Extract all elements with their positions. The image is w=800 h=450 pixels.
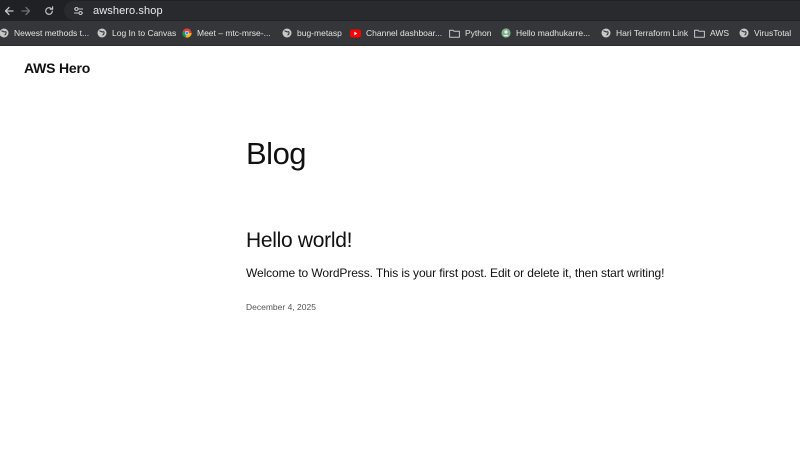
globe-icon xyxy=(0,28,9,39)
url-text[interactable]: awshero.shop xyxy=(93,5,163,17)
bookmark-label: AWS xyxy=(710,28,730,38)
bookmark-label: bug-metasp xyxy=(297,28,342,38)
web-page: AWS Hero Blog Hello world! Welcome to Wo… xyxy=(0,46,800,450)
bookmark-virustotal[interactable]: VirusTotal xyxy=(738,21,791,45)
reload-icon xyxy=(45,5,54,15)
post-excerpt: Welcome to WordPress. This is your first… xyxy=(246,266,665,280)
back-button[interactable] xyxy=(0,2,18,19)
globe-icon xyxy=(738,28,749,39)
avatar-icon xyxy=(500,28,511,39)
bookmark-label: Newest methods t... xyxy=(14,28,90,38)
site-info-icon[interactable] xyxy=(72,5,84,17)
bookmark-label: Log In to Canvas xyxy=(112,28,177,38)
bookmark-label: VirusTotal xyxy=(754,28,792,38)
bookmark-channel-dashboard[interactable]: Channel dashboar... xyxy=(350,21,442,45)
back-arrow-icon xyxy=(4,6,14,15)
chrome-icon xyxy=(181,28,192,39)
post-title-link[interactable]: Hello world! xyxy=(246,226,766,256)
bookmarks-bar: Newest methods t... Log In to Canvas Mee… xyxy=(0,21,800,46)
bookmark-meet[interactable]: Meet – mtc-mrse-... xyxy=(181,21,271,45)
browser-toolbar: awshero.shop xyxy=(0,0,800,21)
youtube-icon xyxy=(350,28,361,39)
forward-button[interactable] xyxy=(17,2,35,19)
forward-arrow-icon xyxy=(21,6,31,15)
blog-post: Hello world! Welcome to WordPress. This … xyxy=(246,226,766,313)
reload-button[interactable] xyxy=(40,2,58,19)
bookmark-label: Python xyxy=(465,28,492,38)
bookmark-hello-madhukarre[interactable]: Hello madhukarre... xyxy=(500,21,590,45)
bookmark-log-in-to-canvas[interactable]: Log In to Canvas xyxy=(96,21,176,45)
page-title: Blog xyxy=(246,136,307,171)
bookmark-label: Hello madhukarre... xyxy=(516,28,591,38)
globe-icon xyxy=(96,28,107,39)
bookmark-label: Meet – mtc-mrse-... xyxy=(197,28,271,38)
bookmark-bug-metasp[interactable]: bug-metasp xyxy=(281,21,342,45)
bookmark-folder-python[interactable]: Python xyxy=(449,21,491,45)
bookmark-label: Hari Terraform Link xyxy=(616,28,689,38)
folder-icon xyxy=(449,28,460,39)
post-date[interactable]: December 4, 2025 xyxy=(246,301,766,313)
bookmark-folder-aws[interactable]: AWS xyxy=(694,21,729,45)
globe-icon xyxy=(600,28,611,39)
address-bar[interactable]: awshero.shop xyxy=(64,1,800,20)
bookmark-newest-methods[interactable]: Newest methods t... xyxy=(0,21,89,45)
folder-icon xyxy=(694,28,705,39)
bookmark-hari-terraform-link[interactable]: Hari Terraform Link xyxy=(600,21,688,45)
globe-icon xyxy=(281,28,292,39)
site-title-link[interactable]: AWS Hero xyxy=(24,60,90,76)
bookmark-label: Channel dashboar... xyxy=(366,28,443,38)
